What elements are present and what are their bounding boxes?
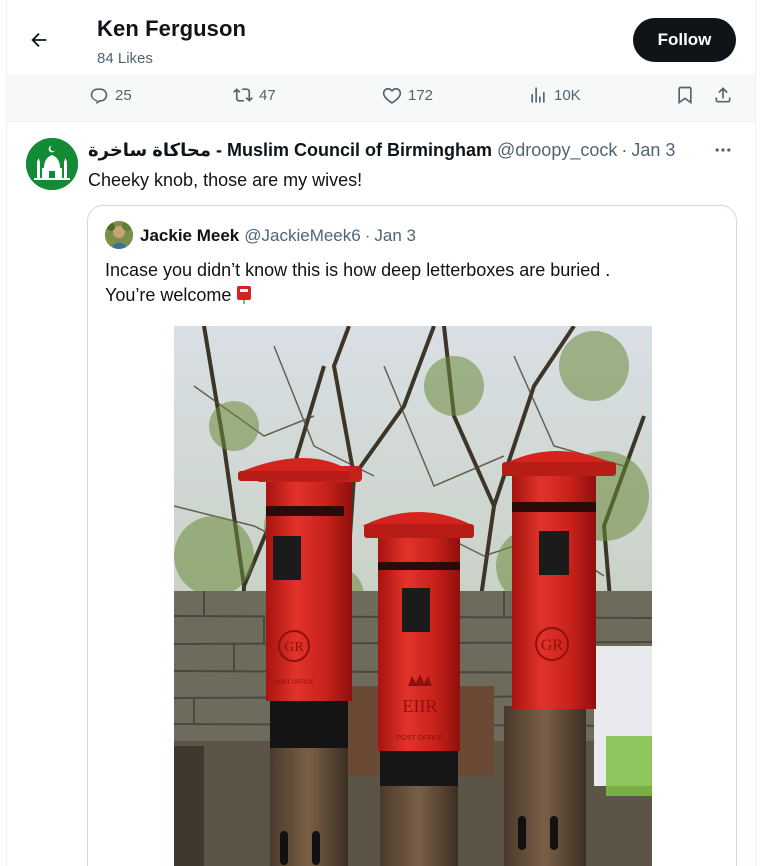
tweet-text: Cheeky knob, those are my wives!	[88, 170, 363, 190]
more-options-button[interactable]	[707, 136, 739, 164]
quote-text-line-1: Incase you didn’t know this is how deep …	[105, 260, 611, 280]
quote-header: Jackie Meek @JackieMeek6 · Jan 3	[140, 226, 416, 246]
tweet-action-bar: 25 47 172 10K	[7, 74, 755, 122]
quote-text: Incase you didn’t know this is how deep …	[105, 258, 715, 308]
timeline-column: Ken Ferguson 84 Likes Follow 25 47 172 1…	[6, 0, 756, 866]
left-box-label: POST OFFICE	[274, 680, 314, 686]
middle-box-cipher: EIIR	[403, 696, 438, 716]
share-icon	[715, 87, 731, 103]
more-dots-icon	[715, 148, 731, 152]
arrow-left-icon	[31, 32, 47, 48]
like-count: 172	[408, 86, 434, 104]
author-handle[interactable]: @droopy_cock	[497, 140, 617, 161]
quote-text-line-2-label: You’re welcome	[105, 285, 232, 305]
left-box-cipher: GR	[284, 640, 304, 655]
postboxes-photo: GR POST OFFICE EIIR POST OFFICE GR	[174, 326, 652, 866]
like-button[interactable]: 172	[382, 84, 433, 106]
quote-author-name[interactable]: Jackie Meek	[140, 226, 239, 246]
reply-icon	[90, 88, 108, 105]
quote-text-line-2: You’re welcome	[105, 283, 715, 308]
postbox-emoji-icon	[235, 284, 253, 304]
right-box-cipher: GR	[541, 637, 564, 654]
avatar[interactable]	[26, 138, 78, 190]
share-button[interactable]	[713, 84, 733, 106]
middle-box-label: POST OFFICE	[397, 735, 444, 742]
separator-dot: ·	[621, 140, 628, 160]
quote-photo[interactable]: GR POST OFFICE EIIR POST OFFICE GR	[174, 326, 652, 866]
quote-avatar[interactable]	[105, 221, 133, 249]
views-count: 10K	[554, 86, 581, 104]
views-button[interactable]: 10K	[528, 84, 581, 106]
retweet-icon	[233, 88, 253, 102]
author-name[interactable]: محاكاة ساخرة - Muslim Council of Birming…	[88, 140, 492, 161]
page-title: Ken Ferguson	[97, 16, 247, 41]
bookmark-icon	[678, 86, 692, 105]
back-button[interactable]	[21, 22, 57, 58]
follow-button[interactable]: Follow	[633, 18, 736, 62]
bookmark-button[interactable]	[675, 84, 695, 106]
separator-dot: ·	[364, 226, 371, 245]
tweet-header: محاكاة ساخرة - Muslim Council of Birming…	[88, 140, 675, 161]
quote-author-handle[interactable]: @JackieMeek6	[244, 226, 360, 246]
tweet-date[interactable]: Jan 3	[631, 140, 675, 161]
retweet-count: 47	[259, 86, 276, 104]
retweet-button[interactable]: 47	[233, 84, 276, 106]
reply-button[interactable]: 25	[89, 84, 132, 106]
views-chart-icon	[531, 87, 545, 103]
avatar-photo-icon	[105, 221, 133, 249]
reply-count: 25	[115, 86, 132, 104]
quote-date[interactable]: Jan 3	[374, 226, 416, 246]
heart-icon	[382, 87, 402, 104]
profile-header: Ken Ferguson 84 Likes Follow	[7, 0, 755, 74]
tweet[interactable]: محاكاة ساخرة - Muslim Council of Birming…	[7, 122, 755, 866]
quoted-tweet[interactable]: Jackie Meek @JackieMeek6 · Jan 3 Incase …	[87, 205, 737, 866]
mosque-logo-icon	[26, 138, 78, 190]
likes-count: 84 Likes	[97, 50, 153, 67]
